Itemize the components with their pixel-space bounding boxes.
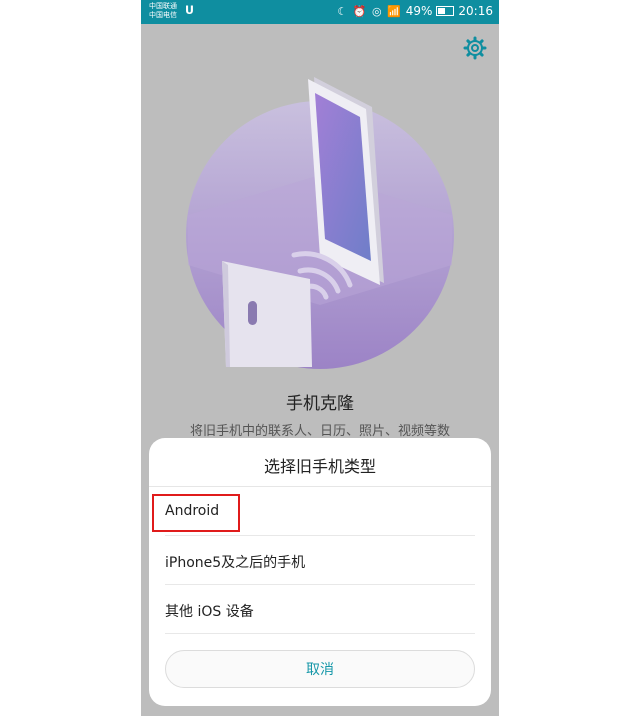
usb-icon: ᑌ	[185, 4, 194, 17]
battery-percent: 49%	[405, 4, 433, 18]
divider	[165, 633, 475, 634]
status-icons: ☾ ⏰ ◎ 📶	[337, 4, 402, 18]
divider	[149, 486, 491, 487]
carrier-1: 中国联通	[149, 2, 177, 10]
page-description: 将旧手机中的联系人、日历、照片、视频等数	[189, 424, 450, 439]
divider	[165, 584, 475, 585]
phone-type-sheet: 选择旧手机类型 Android iPhone5及之后的手机 其他 iOS 设备 …	[149, 438, 491, 706]
sheet-title: 选择旧手机类型	[263, 457, 376, 476]
page-title: 手机克隆	[286, 394, 354, 414]
gear-icon[interactable]	[463, 36, 487, 60]
option-label: 其他 iOS 设备	[165, 604, 254, 620]
battery-icon	[436, 6, 455, 16]
status-right: ☾ ⏰ ◎ 📶 49% 20:16	[337, 4, 493, 18]
option-iphone5-later[interactable]: iPhone5及之后的手机	[165, 537, 475, 585]
status-bar: 中国联通 中国电信 ᑌ ☾ ⏰ ◎ 📶 49% 20:16	[141, 0, 499, 24]
clock: 20:16	[458, 4, 493, 18]
phone-screen: 中国联通 中国电信 ᑌ ☾ ⏰ ◎ 📶 49% 20:16 手机克隆 将旧手机中…	[141, 0, 499, 716]
option-label: iPhone5及之后的手机	[165, 555, 306, 571]
phone-clone-illustration	[186, 77, 454, 369]
divider	[165, 535, 475, 536]
carrier-2: 中国电信	[149, 11, 177, 19]
cancel-button[interactable]: 取消	[165, 650, 475, 688]
carrier-info: 中国联通 中国电信	[149, 2, 177, 20]
selection-highlight	[152, 494, 240, 532]
option-other-ios[interactable]: 其他 iOS 设备	[165, 586, 475, 634]
